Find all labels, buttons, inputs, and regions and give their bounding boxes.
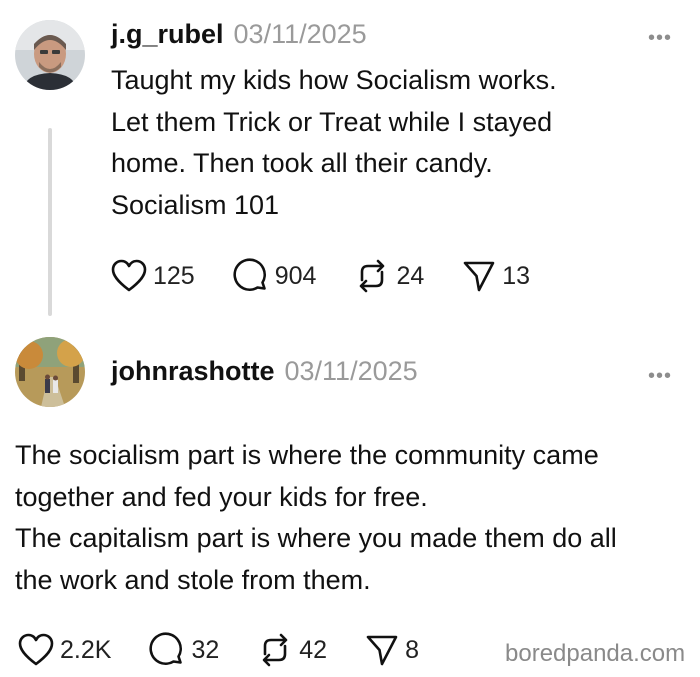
post-2-like-button[interactable]: 2.2K: [18, 633, 111, 667]
autumn-path-photo-icon: [15, 337, 85, 407]
post-2-repost-button[interactable]: 42: [257, 632, 327, 668]
post-1-repost-count: 24: [396, 261, 425, 290]
post-1-share-count: 13: [502, 261, 531, 290]
post-1-username[interactable]: j.g_rubel: [111, 19, 224, 50]
post-2-reply-count: 32: [191, 635, 220, 664]
post-1-date[interactable]: 03/11/2025: [234, 19, 367, 50]
comment-icon: [233, 258, 266, 291]
heart-icon: [18, 633, 54, 666]
post-1-more-icon[interactable]: •••: [648, 28, 672, 48]
post-1-share-button[interactable]: 13: [462, 259, 530, 293]
post-1-reply-count: 904: [274, 261, 317, 290]
post-1-repost-button[interactable]: 24: [354, 258, 424, 294]
post-1-avatar[interactable]: [15, 20, 85, 90]
send-icon: [463, 261, 495, 292]
post-1-actions: 125 904 24 13: [111, 258, 568, 294]
post-2-text: The socialism part is where the communit…: [15, 440, 617, 595]
post-2-share-count: 8: [405, 635, 419, 664]
watermark: boredpanda.com: [505, 640, 686, 667]
post-1-header: j.g_rubel 03/11/2025: [111, 19, 367, 55]
post-2-header: johnrashotte 03/11/2025: [111, 356, 418, 392]
post-1-like-count: 125: [153, 261, 195, 290]
post-2-username[interactable]: johnrashotte: [111, 356, 275, 387]
post-2-reply-button[interactable]: 32: [149, 632, 219, 668]
post-2-more-icon[interactable]: •••: [648, 366, 672, 386]
comment-icon: [149, 632, 183, 665]
repost-icon: [360, 259, 385, 293]
post-2-repost-count: 42: [299, 635, 328, 664]
post-2-like-count: 2.2K: [60, 635, 112, 664]
post-2-date[interactable]: 03/11/2025: [285, 356, 418, 387]
heart-icon: [111, 259, 147, 292]
post-1-reply-button[interactable]: 904: [233, 258, 317, 294]
post-2-avatar[interactable]: [15, 337, 85, 407]
person-photo-icon: [15, 20, 85, 90]
send-icon: [366, 635, 398, 666]
post-1-text: Taught my kids how Socialism works. Let …: [111, 65, 557, 220]
post-2-actions: 2.2K 32 42 8: [18, 632, 457, 668]
thread-line: [48, 128, 52, 316]
post-2-share-button[interactable]: 8: [365, 633, 419, 667]
repost-icon: [262, 633, 288, 667]
post-1-like-button[interactable]: 125: [111, 259, 195, 293]
